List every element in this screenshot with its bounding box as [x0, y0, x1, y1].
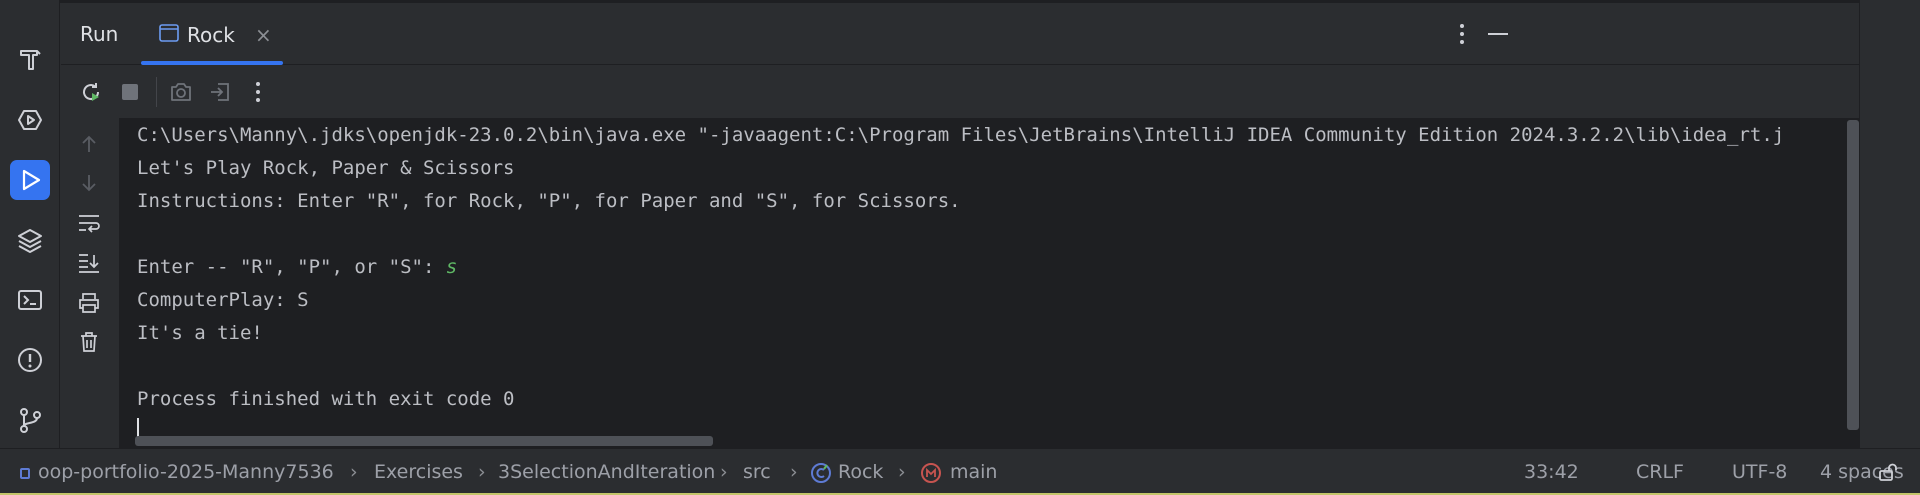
soft-wrap-icon[interactable]	[75, 209, 103, 237]
right-tool-strip	[1859, 0, 1920, 448]
problems-icon	[18, 348, 42, 372]
console-prompt-line: Enter -- "R", "P", or "S": s	[137, 256, 457, 278]
git-button[interactable]	[10, 400, 50, 440]
console-window-icon	[159, 24, 179, 42]
more-options-icon[interactable]	[1449, 21, 1475, 47]
console-output[interactable]: C:\Users\Manny\.jdks\openjdk-23.0.2\bin\…	[119, 118, 1859, 448]
vertical-scrollbar[interactable]	[1847, 120, 1859, 430]
breadcrumb-project[interactable]: oop-portfolio-2025-Manny7536	[38, 461, 334, 483]
services-icon	[18, 110, 42, 130]
hammer-icon	[20, 50, 41, 70]
scroll-to-end-icon[interactable]	[75, 249, 103, 277]
minimize-icon[interactable]	[1485, 21, 1511, 47]
stop-icon[interactable]	[116, 78, 144, 106]
horizontal-scrollbar[interactable]	[135, 436, 713, 446]
status-bar: oop-portfolio-2025-Manny7536 › Exercises…	[0, 448, 1920, 495]
run-icon	[22, 169, 41, 191]
left-toolbar	[0, 0, 60, 448]
console-line: Instructions: Enter "R", for Rock, "P", …	[137, 190, 961, 212]
console-line-command: C:\Users\Manny\.jdks\openjdk-23.0.2\bin\…	[137, 124, 1785, 146]
layers-icon	[18, 229, 42, 253]
run-toolwindow-button[interactable]	[10, 160, 50, 200]
breadcrumb-method[interactable]: main	[950, 461, 997, 483]
build-button[interactable]	[10, 40, 50, 80]
chevron-right-icon: ›	[898, 461, 906, 483]
run-toolbar	[61, 66, 1859, 118]
method-icon	[921, 463, 941, 483]
breadcrumb-src[interactable]: src	[743, 461, 771, 483]
arrow-down-icon[interactable]	[75, 169, 103, 197]
console-line: Let's Play Rock, Paper & Scissors	[137, 157, 515, 179]
java-class-icon	[811, 463, 831, 483]
cursor-position[interactable]: 33:42	[1524, 461, 1579, 483]
rerun-icon[interactable]	[77, 78, 105, 106]
arrow-up-icon[interactable]	[75, 130, 103, 158]
project-icon	[20, 468, 30, 479]
services-button[interactable]	[10, 100, 50, 140]
print-icon[interactable]	[75, 289, 103, 317]
active-tab-indicator	[141, 61, 283, 65]
prompt-text: Enter -- "R", "P", or "S":	[137, 256, 446, 278]
console-line-exit: Process finished with exit code 0	[137, 388, 515, 410]
tab-label: Rock	[187, 23, 235, 47]
terminal-icon	[18, 290, 42, 310]
git-branch-icon	[20, 408, 41, 433]
breadcrumb-folder[interactable]: 3SelectionAndIteration	[498, 461, 715, 483]
line-separator[interactable]: CRLF	[1636, 461, 1684, 483]
terminal-button[interactable]	[10, 280, 50, 320]
tab-rock[interactable]: Rock ×	[141, 3, 283, 65]
user-input-text: s	[445, 256, 458, 278]
trash-icon[interactable]	[75, 328, 103, 356]
camera-icon[interactable]	[167, 78, 195, 106]
file-encoding[interactable]: UTF-8	[1732, 461, 1787, 483]
console-side-toolbar	[61, 118, 119, 448]
layers-button[interactable]	[10, 220, 50, 260]
exit-icon[interactable]	[206, 78, 234, 106]
run-panel-header: Run Rock ×	[61, 3, 1859, 65]
chevron-right-icon: ›	[350, 461, 358, 483]
toolbar-more-icon[interactable]	[244, 78, 272, 106]
breadcrumb-exercises[interactable]: Exercises	[374, 461, 463, 483]
toolbar-separator	[156, 77, 157, 107]
console-line: It's a tie!	[137, 322, 263, 344]
console-line: ComputerPlay: S	[137, 289, 309, 311]
breadcrumb-class[interactable]: Rock	[838, 461, 883, 483]
chevron-right-icon: ›	[478, 461, 486, 483]
chevron-right-icon: ›	[720, 461, 728, 483]
lock-open-icon[interactable]	[1878, 462, 1898, 482]
problems-button[interactable]	[10, 340, 50, 380]
chevron-right-icon: ›	[790, 461, 798, 483]
run-panel-title: Run	[80, 22, 119, 46]
close-tab-icon[interactable]: ×	[255, 23, 272, 47]
